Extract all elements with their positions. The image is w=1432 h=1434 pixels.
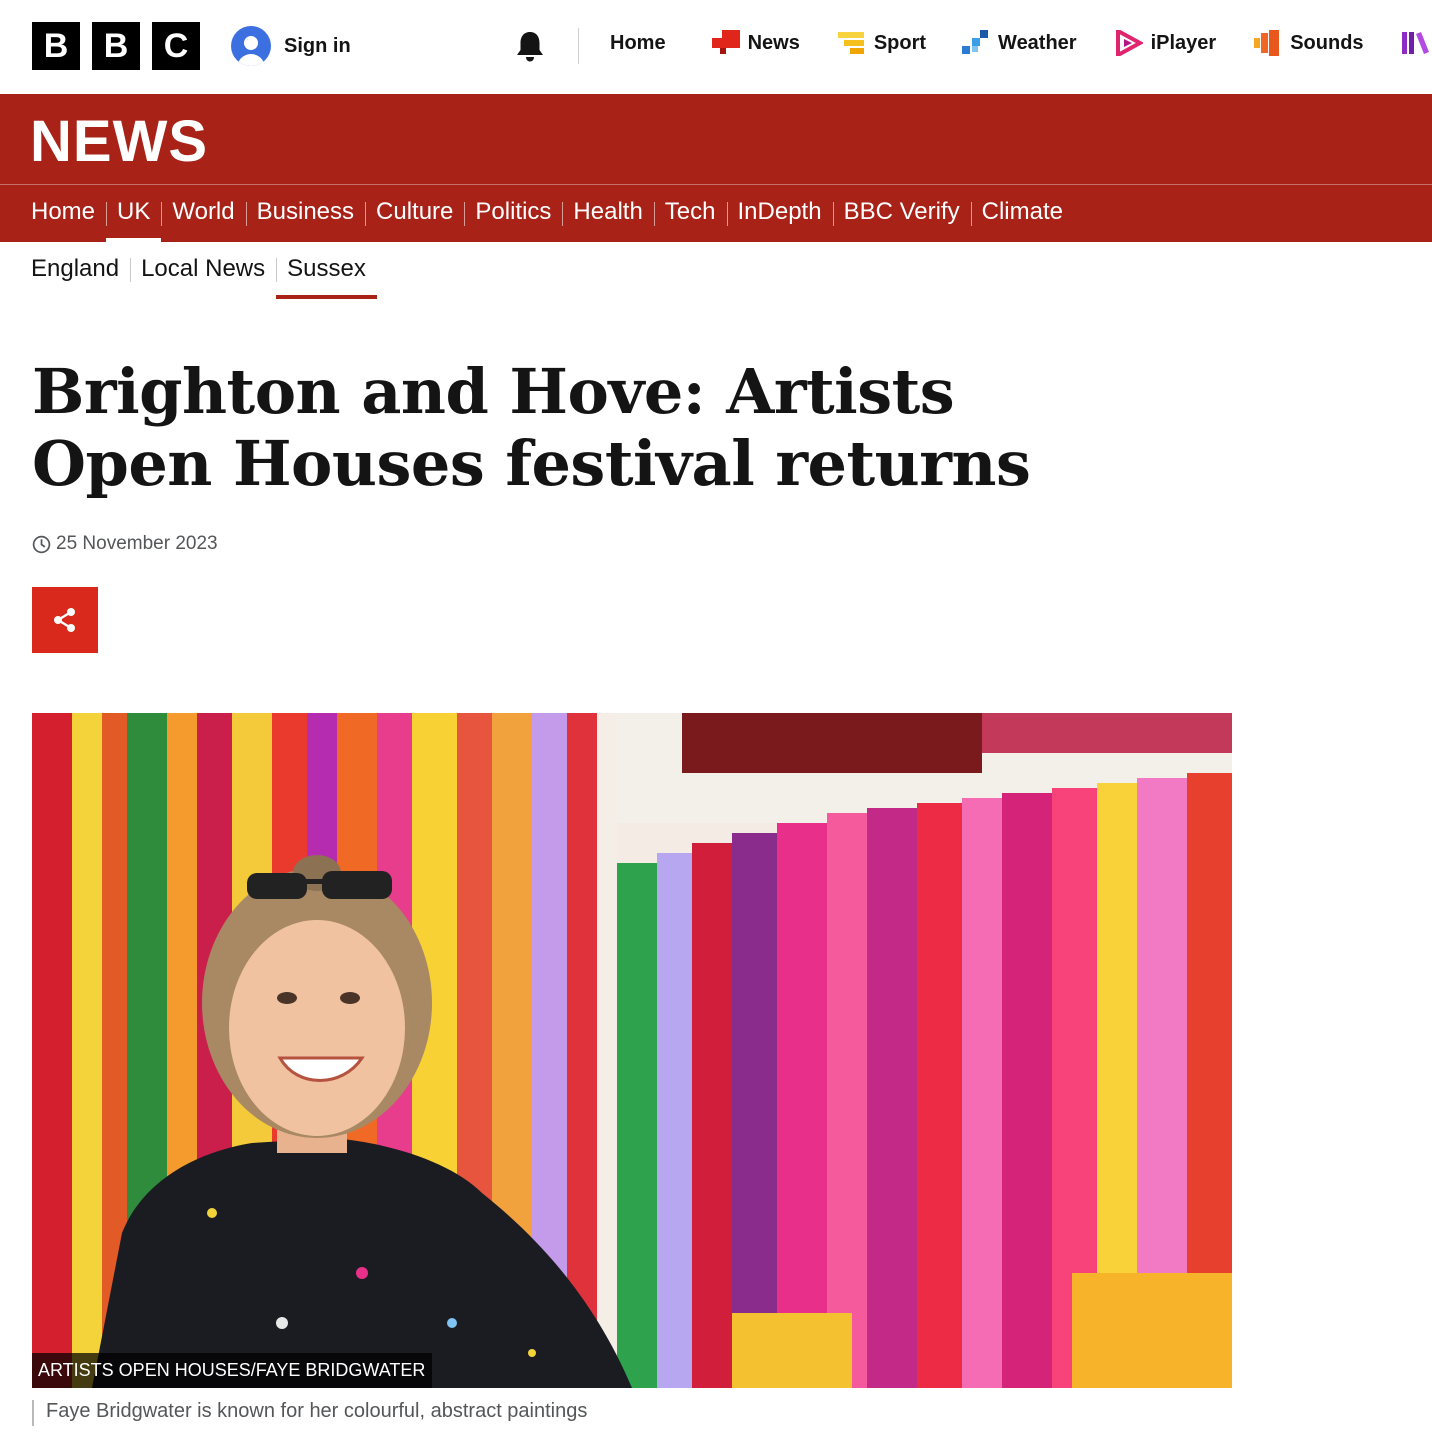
header-divider (578, 28, 579, 64)
global-nav-bitesize[interactable]: B (1401, 30, 1432, 56)
bitesize-icon (1401, 32, 1429, 54)
subnav-local-news[interactable]: Local News (130, 242, 276, 299)
global-nav: Home News Sport Weather iPlayer Sounds (610, 30, 1432, 56)
global-nav-news[interactable]: News (711, 30, 800, 56)
global-nav-label: Sounds (1290, 31, 1364, 54)
global-nav-home[interactable]: Home (610, 32, 666, 55)
sport-icon (837, 32, 864, 54)
article-date: 25 November 2023 (56, 533, 218, 554)
image-credit: ARTISTS OPEN HOUSES/FAYE BRIDGWATER (32, 1353, 433, 1388)
bbc-logo[interactable]: B B C (32, 22, 200, 70)
share-icon (54, 608, 75, 632)
iplayer-icon (1115, 30, 1143, 56)
weather-icon (962, 30, 989, 54)
global-nav-label: Sport (873, 31, 927, 54)
bbc-logo-letter: C (152, 22, 200, 70)
artist-portrait-photo (32, 713, 1232, 1388)
news-nav-business[interactable]: Business (245, 190, 365, 242)
sign-in-label: Sign in (284, 34, 351, 57)
news-nav-culture[interactable]: Culture (365, 190, 464, 242)
image-caption: Faye Bridgwater is known for her colourf… (32, 1400, 587, 1426)
global-nav-iplayer[interactable]: iPlayer (1115, 30, 1217, 56)
news-icon (711, 30, 740, 54)
global-nav-sport[interactable]: Sport (837, 30, 927, 56)
news-nav-climate[interactable]: Climate (970, 190, 1074, 242)
global-nav-label: iPlayer (1150, 31, 1217, 54)
share-button[interactable] (32, 587, 98, 653)
bbc-logo-letter: B (92, 22, 140, 70)
sounds-icon (1254, 30, 1280, 56)
news-wordmark[interactable]: NEWS (30, 108, 208, 175)
clock-icon (32, 535, 51, 553)
global-nav-label: Home (610, 31, 666, 54)
sign-in-link[interactable]: Sign in (231, 26, 351, 66)
news-masthead: NEWS Home UK World Business Culture Poli… (0, 94, 1432, 242)
news-nav-uk[interactable]: UK (106, 190, 162, 242)
regional-subnav: England Local News Sussex (20, 242, 377, 299)
news-nav-politics[interactable]: Politics (464, 190, 562, 242)
article-dateline: 25 November 2023 (32, 533, 218, 555)
news-nav-health[interactable]: Health (562, 190, 653, 242)
global-nav-sounds[interactable]: Sounds (1254, 30, 1364, 56)
news-nav-indepth[interactable]: InDepth (726, 190, 833, 242)
bbc-logo-letter: B (32, 22, 80, 70)
subnav-england[interactable]: England (20, 242, 130, 299)
news-nav-bbc-verify[interactable]: BBC Verify (832, 190, 971, 242)
article-hero-image (32, 713, 1232, 1388)
news-nav-world[interactable]: World (161, 190, 245, 242)
global-nav-label: Weather (998, 31, 1077, 54)
global-nav-weather[interactable]: Weather (962, 30, 1077, 56)
news-nav-home[interactable]: Home (20, 190, 106, 242)
subnav-sussex[interactable]: Sussex (276, 242, 377, 299)
masthead-divider (0, 184, 1432, 185)
notifications-bell-icon[interactable] (512, 28, 548, 64)
news-nav-tech[interactable]: Tech (653, 190, 727, 242)
global-header: B B C Sign in Home News Sport Weather iP… (0, 0, 1432, 94)
account-icon (231, 26, 271, 66)
news-section-nav: Home UK World Business Culture Politics … (20, 190, 1074, 242)
global-nav-label: News (747, 31, 800, 54)
article-headline: Brighton and Hove: Artists Open Houses f… (32, 355, 1031, 500)
